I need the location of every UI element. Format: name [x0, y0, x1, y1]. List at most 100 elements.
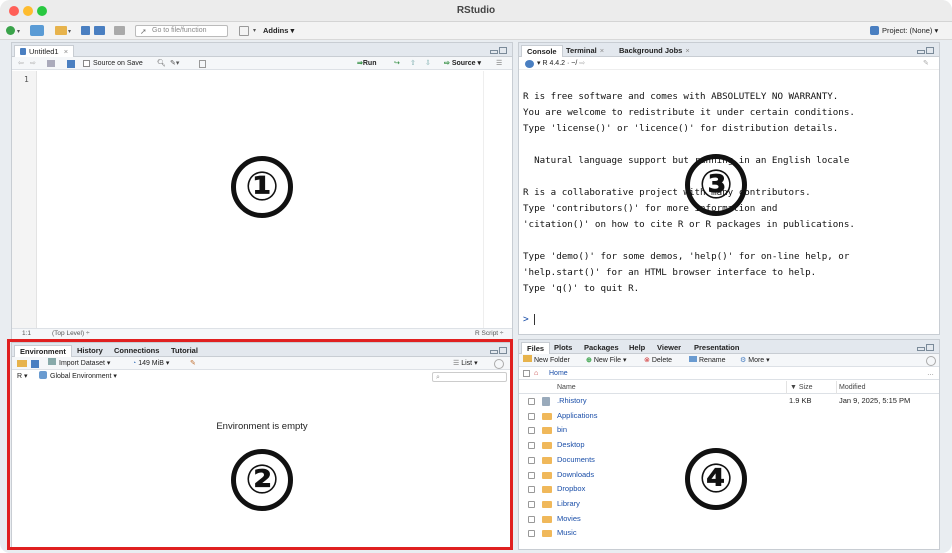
refresh-icon[interactable]: [926, 356, 936, 366]
close-tab-icon[interactable]: ×: [64, 47, 68, 56]
goto-placeholder: Go to file/function: [152, 27, 207, 34]
line-gutter: 1: [12, 71, 37, 328]
save-all-icon[interactable]: [94, 26, 105, 35]
new-file-icon[interactable]: [6, 26, 15, 35]
save-icon[interactable]: [81, 26, 90, 35]
file-name-link[interactable]: Movies: [557, 512, 581, 526]
folder-icon: [542, 486, 552, 494]
tab-plots[interactable]: Plots: [549, 342, 577, 354]
row-checkbox[interactable]: [528, 442, 535, 450]
scope-selector[interactable]: (Top Level) ÷: [52, 329, 90, 339]
col-size[interactable]: ▼ Size: [790, 381, 813, 394]
open-file-icon[interactable]: [55, 26, 67, 35]
source-button[interactable]: ⇨ Source ▾: [444, 57, 481, 70]
close-tab-icon[interactable]: ×: [600, 46, 604, 55]
back-arrow-icon[interactable]: ⇦: [18, 57, 24, 70]
more-button[interactable]: ⚙ More ▾: [740, 354, 770, 367]
source-status-bar: 1:1 (Top Level) ÷ R Script ÷: [12, 328, 512, 339]
pane-minmax[interactable]: [490, 47, 508, 55]
r-version-selector[interactable]: ▾ R 4.4.2 · ~/ ⇨: [537, 57, 585, 70]
row-checkbox[interactable]: [528, 530, 535, 538]
tab-presentation[interactable]: Presentation: [689, 342, 744, 354]
show-in-window-icon[interactable]: [47, 60, 55, 67]
home-icon[interactable]: ⌂: [534, 367, 538, 380]
folder-icon: [542, 442, 552, 450]
print-icon[interactable]: [114, 26, 125, 35]
tab-help[interactable]: Help: [624, 342, 650, 354]
search-icon[interactable]: 🔍︎: [157, 57, 166, 70]
row-checkbox[interactable]: [528, 500, 535, 508]
new-project-icon[interactable]: [30, 25, 44, 36]
compile-report-icon[interactable]: [199, 60, 206, 68]
tab-console-label: Console: [527, 47, 557, 56]
pane-minmax[interactable]: [917, 47, 935, 55]
pane-minmax[interactable]: [917, 344, 935, 352]
new-file-button[interactable]: ⊕ New File ▾: [586, 354, 627, 367]
tab-background-jobs-label: Background Jobs: [619, 46, 683, 55]
file-name-link[interactable]: Library: [557, 497, 580, 511]
forward-arrow-icon[interactable]: ⇨: [30, 57, 36, 70]
file-name-link[interactable]: Dropbox: [557, 482, 585, 496]
file-name-link[interactable]: Music: [557, 526, 577, 540]
new-folder-button[interactable]: New Folder: [523, 354, 570, 367]
col-name[interactable]: Name: [557, 381, 576, 394]
file-row[interactable]: Music: [519, 526, 939, 541]
tab-files[interactable]: Files: [521, 342, 551, 354]
run-label: Run: [362, 60, 377, 67]
delete-button[interactable]: ⊗ Delete: [644, 354, 672, 367]
window-title: RStudio: [456, 5, 496, 16]
row-checkbox[interactable]: [528, 515, 535, 523]
row-checkbox[interactable]: [528, 456, 535, 464]
code-tools-icon[interactable]: ✎▾: [170, 57, 179, 70]
console-prompt[interactable]: >: [523, 314, 535, 325]
file-name-link[interactable]: Applications: [557, 409, 597, 423]
file-type-selector[interactable]: R Script ÷: [475, 329, 504, 339]
row-checkbox[interactable]: [528, 398, 535, 405]
file-name-link[interactable]: Downloads: [557, 468, 594, 482]
tab-untitled1[interactable]: Untitled1 ×: [14, 45, 75, 57]
breadcrumb-home[interactable]: Home: [549, 367, 568, 380]
chevron-down-icon[interactable]: ▾: [253, 27, 256, 34]
tab-viewer-label: Viewer: [657, 343, 682, 352]
tab-background-jobs[interactable]: Background Jobs ×: [614, 45, 695, 57]
file-name-link[interactable]: Documents: [557, 453, 595, 467]
file-row[interactable]: bin: [519, 423, 939, 438]
grid-layout-icon[interactable]: [239, 26, 249, 36]
file-name-link[interactable]: bin: [557, 423, 567, 437]
outline-icon[interactable]: ☰: [496, 57, 502, 70]
close-tab-icon[interactable]: ×: [685, 46, 689, 55]
chevron-down-icon[interactable]: ▾: [17, 28, 20, 35]
tab-terminal[interactable]: Terminal ×: [561, 45, 609, 57]
run-button[interactable]: ⇒Run: [357, 57, 376, 70]
addins-menu[interactable]: Addins ▾: [263, 26, 294, 35]
file-name-link[interactable]: Desktop: [557, 438, 585, 452]
tab-packages[interactable]: Packages: [579, 342, 624, 354]
save-icon[interactable]: [67, 60, 75, 68]
row-checkbox[interactable]: [528, 427, 535, 435]
clear-console-icon[interactable]: ✎: [923, 57, 929, 70]
select-all-checkbox[interactable]: [523, 370, 530, 377]
chevron-down-icon[interactable]: ▾: [68, 28, 71, 35]
rename-button[interactable]: Rename: [689, 354, 725, 367]
tab-presentation-label: Presentation: [694, 343, 740, 352]
tab-console[interactable]: Console: [521, 45, 563, 57]
row-checkbox[interactable]: [528, 471, 535, 479]
goto-file-function-input[interactable]: ➚ Go to file/function: [135, 25, 228, 37]
tab-viewer[interactable]: Viewer: [652, 342, 686, 354]
row-checkbox[interactable]: [528, 486, 535, 494]
more-path-icon[interactable]: …: [927, 367, 934, 380]
file-row[interactable]: Movies: [519, 512, 939, 527]
go-up-icon[interactable]: ⇧: [410, 57, 416, 70]
tab-help-label: Help: [629, 343, 646, 352]
rerun-icon[interactable]: ↪: [394, 57, 400, 70]
file-row[interactable]: .Rhistory 1.9 KB Jan 9, 2025, 5:15 PM: [519, 394, 939, 409]
file-row[interactable]: Applications: [519, 409, 939, 424]
source-on-save-checkbox[interactable]: [83, 60, 90, 67]
col-modified[interactable]: Modified: [839, 381, 865, 394]
row-checkbox[interactable]: [528, 412, 535, 420]
go-down-icon[interactable]: ⇩: [425, 57, 431, 70]
console-line: Type 'license()' or 'licence()' for dist…: [523, 123, 839, 134]
file-name-link[interactable]: .Rhistory: [557, 394, 587, 408]
folder-icon: [542, 471, 552, 479]
project-menu[interactable]: Project: (None) ▾: [882, 26, 938, 35]
